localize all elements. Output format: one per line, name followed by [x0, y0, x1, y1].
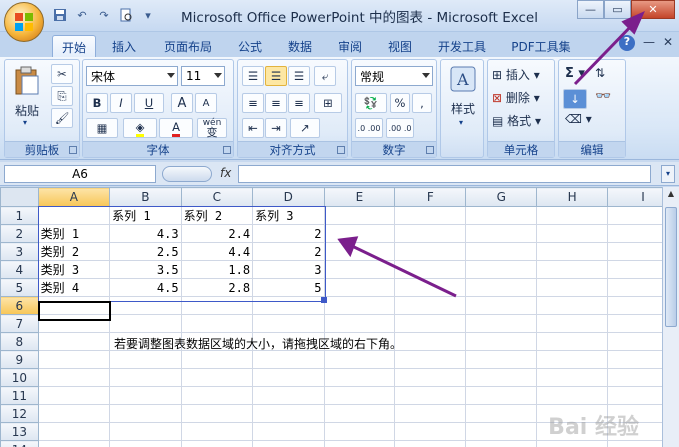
arrow-to-range-head-icon	[337, 236, 359, 258]
arrow-to-range-line	[351, 244, 457, 298]
office-button[interactable]	[4, 2, 44, 42]
annotation-arrows	[337, 11, 645, 298]
office-logo-icon	[15, 13, 33, 31]
arrow-to-close-line	[573, 20, 637, 86]
